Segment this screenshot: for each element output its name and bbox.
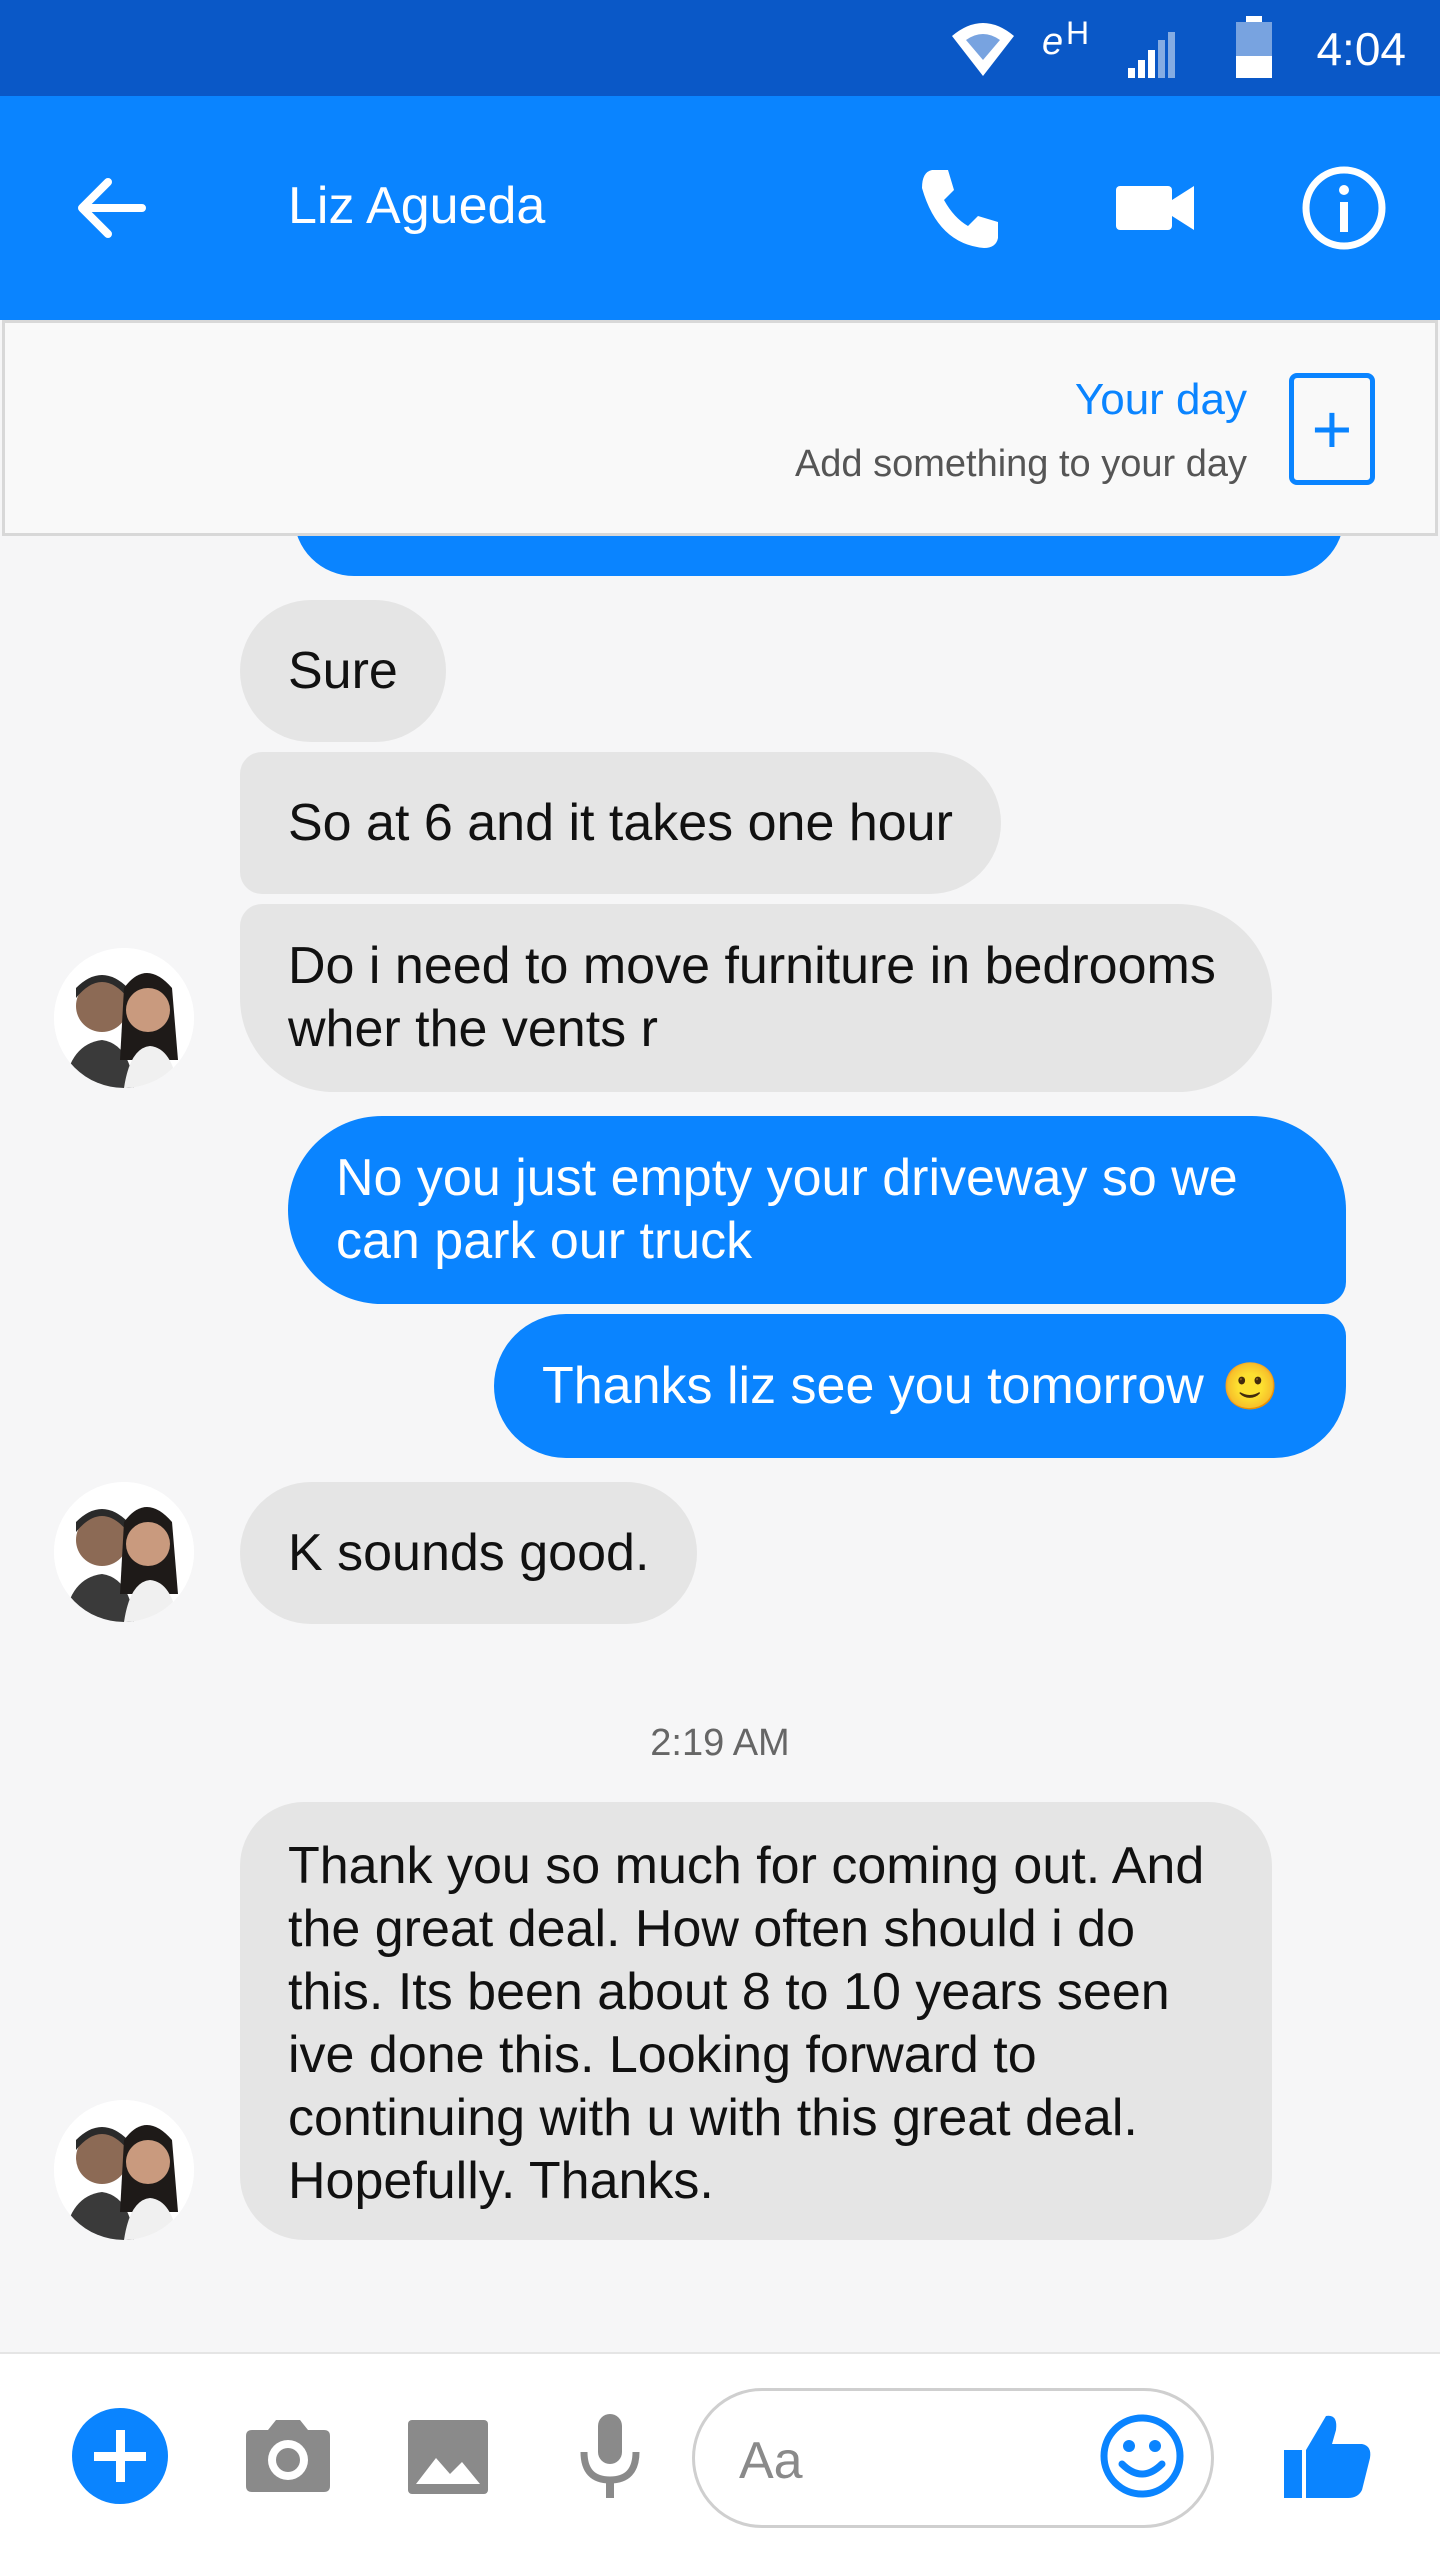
svg-text:H: H [1066, 15, 1089, 51]
outgoing-message[interactable]: No you just empty your driveway so we ca… [288, 1116, 1346, 1304]
avatar-photo [54, 948, 194, 1088]
message-text: Do i need to move furniture in bedrooms … [288, 937, 1216, 1058]
plus-icon: + [1311, 390, 1353, 468]
phone-icon[interactable] [910, 158, 1010, 258]
message-text: So at 6 and it takes one hour [288, 793, 953, 852]
incoming-message[interactable]: Do i need to move furniture in bedrooms … [240, 904, 1272, 1092]
avatar-photo [54, 2100, 194, 2240]
incoming-message[interactable]: Sure [240, 600, 446, 742]
previous-outgoing-bubble [294, 536, 1344, 576]
outgoing-message[interactable]: Thanks liz see you tomorrow 🙂 [494, 1314, 1346, 1458]
message-text: Thanks liz see you tomorrow [542, 1356, 1204, 1415]
image-icon[interactable] [398, 2406, 498, 2506]
contact-name[interactable]: Liz Agueda [288, 176, 545, 236]
video-camera-icon[interactable] [1104, 158, 1204, 258]
status-time: 4:04 [1316, 23, 1406, 75]
conversation-header: Liz Agueda [0, 96, 1440, 320]
message-text: K sounds good. [288, 1523, 650, 1582]
timestamp: 2:19 AM [650, 1722, 790, 1764]
contact-avatar[interactable] [54, 948, 194, 1088]
camera-icon[interactable] [238, 2406, 338, 2506]
your-day-subtitle: Add something to your day [794, 443, 1247, 485]
message-text: Sure [288, 641, 398, 700]
microphone-icon[interactable] [560, 2406, 660, 2506]
message-list[interactable]: Sure So at 6 and it takes one hour Do i … [0, 536, 1440, 2352]
data-h-icon: e H [1042, 15, 1089, 63]
back-arrow-icon[interactable] [70, 166, 154, 250]
plus-icon[interactable] [70, 2406, 170, 2506]
contact-avatar[interactable] [54, 2100, 194, 2240]
message-text: Thank you so much for coming out. And th… [288, 1837, 1205, 2210]
your-day-banner[interactable]: Your day Add something to your day + [2, 320, 1438, 536]
emoji-icon[interactable] [1092, 2406, 1192, 2506]
thumbs-up-icon[interactable] [1276, 2406, 1376, 2506]
signal-icon [1128, 32, 1175, 78]
battery-icon [1236, 16, 1272, 78]
avatar-photo [54, 1482, 194, 1622]
message-text: No you just empty your driveway so we ca… [336, 1149, 1238, 1270]
wifi-icon [952, 23, 1014, 76]
incoming-message[interactable]: K sounds good. [240, 1482, 698, 1624]
svg-text:e: e [1042, 21, 1063, 63]
message-composer: Aa [0, 2352, 1440, 2560]
smile-emoji-icon: 🙂 [1221, 1359, 1280, 1412]
incoming-message[interactable]: Thank you so much for coming out. And th… [240, 1802, 1272, 2240]
incoming-message[interactable]: So at 6 and it takes one hour [240, 752, 1001, 894]
your-day-title[interactable]: Your day [1075, 375, 1247, 425]
message-input-placeholder: Aa [739, 2432, 803, 2490]
add-to-day-button[interactable]: + [1289, 373, 1375, 485]
contact-avatar[interactable] [54, 1482, 194, 1622]
status-bar: e H 4:04 [0, 0, 1440, 96]
info-icon[interactable] [1294, 158, 1394, 258]
